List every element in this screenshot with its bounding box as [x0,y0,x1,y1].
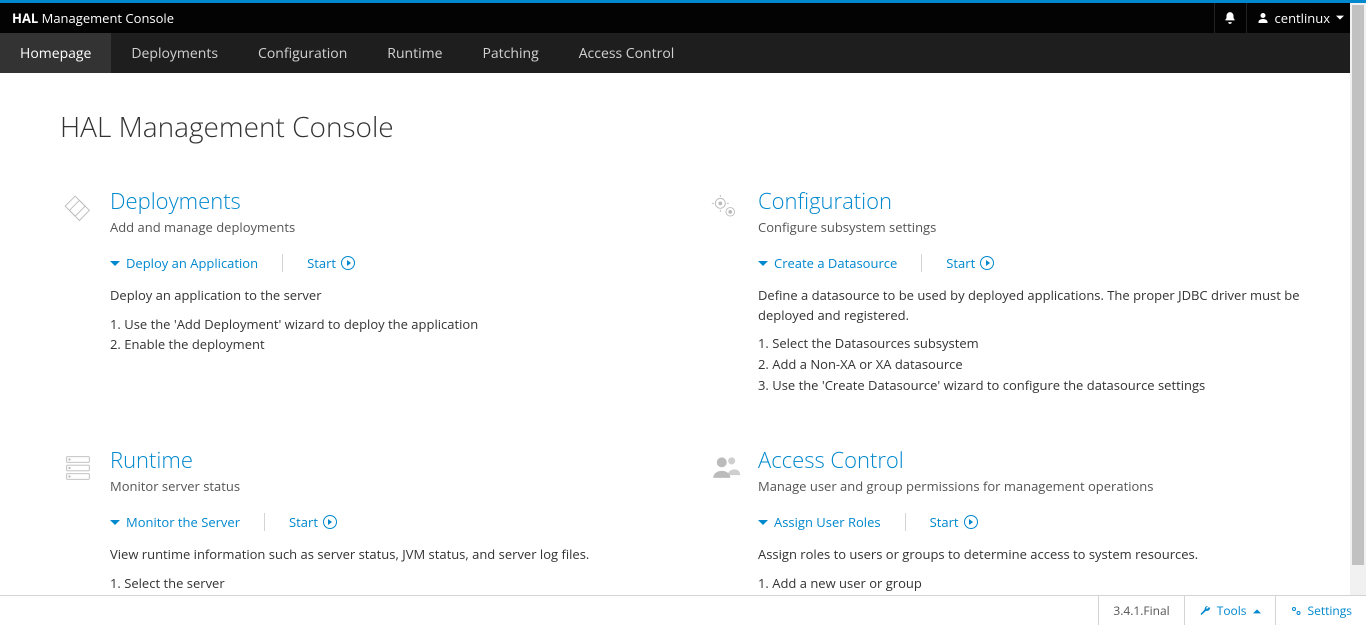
card-title-runtime[interactable]: Runtime [110,445,658,475]
wrench-icon [1199,605,1211,617]
footer: 3.4.1.Final Tools Settings [0,595,1366,625]
runtime-icon [60,451,96,487]
user-name: centlinux [1275,9,1330,27]
nav-configuration[interactable]: Configuration [238,33,367,73]
nav-homepage[interactable]: Homepage [0,33,111,73]
card-sub-access: Manage user and group permissions for ma… [758,477,1306,495]
deployments-icon [60,192,96,228]
card-deployments: Deployments Add and manage deployments D… [60,186,658,395]
arrow-icon [980,256,994,270]
toggle-assign-roles[interactable]: Assign User Roles [758,513,881,531]
steps-deployments: 1. Use the 'Add Deployment' wizard to de… [110,314,658,356]
desc-access: Assign roles to users or groups to deter… [758,545,1306,565]
start-runtime[interactable]: Start [289,513,337,531]
scrollbar-thumb[interactable] [1352,5,1364,565]
footer-settings[interactable]: Settings [1275,596,1366,625]
nav-runtime[interactable]: Runtime [367,33,462,73]
card-access: Access Control Manage user and group per… [708,445,1306,595]
configuration-icon [708,192,744,228]
content: HAL Management Console Deployments Add a… [0,73,1366,595]
steps-configuration: 1. Select the Datasources subsystem 2. A… [758,333,1306,395]
toggle-deploy-app[interactable]: Deploy an Application [110,254,258,272]
access-icon [708,451,744,487]
card-sub-configuration: Configure subsystem settings [758,218,1306,236]
desc-deployments: Deploy an application to the server [110,286,658,306]
desc-runtime: View runtime information such as server … [110,545,658,565]
card-title-configuration[interactable]: Configuration [758,186,1306,216]
card-sub-deployments: Add and manage deployments [110,218,658,236]
card-title-access[interactable]: Access Control [758,445,1306,475]
card-runtime: Runtime Monitor server status Monitor th… [60,445,658,595]
chevron-up-icon [1253,607,1261,615]
arrow-icon [341,256,355,270]
desc-configuration: Define a datasource to be used by deploy… [758,286,1306,325]
nav-patching[interactable]: Patching [462,33,558,73]
navbar: Homepage Deployments Configuration Runti… [0,33,1366,73]
steps-runtime: 1. Select the server 2. View log files o… [110,573,658,595]
nav-access-control[interactable]: Access Control [559,33,695,73]
topbar: HAL Management Console centlinux [0,3,1366,33]
steps-access: 1. Add a new user or group 2. Assign one… [758,573,1306,595]
toggle-create-datasource[interactable]: Create a Datasource [758,254,897,272]
start-configuration[interactable]: Start [946,254,994,272]
scrollbar[interactable] [1350,3,1366,595]
brand: HAL Management Console [12,9,174,27]
gears-icon [1290,605,1302,617]
toggle-monitor-server[interactable]: Monitor the Server [110,513,240,531]
notifications-icon[interactable] [1214,3,1246,33]
start-deployments[interactable]: Start [307,254,355,272]
user-icon [1257,12,1269,24]
arrow-icon [323,515,337,529]
user-menu[interactable]: centlinux [1246,3,1354,33]
nav-deployments[interactable]: Deployments [111,33,238,73]
chevron-down-icon [1336,14,1344,22]
page-title: HAL Management Console [60,108,1306,146]
arrow-icon [964,515,978,529]
card-title-deployments[interactable]: Deployments [110,186,658,216]
start-access[interactable]: Start [930,513,978,531]
footer-version[interactable]: 3.4.1.Final [1098,596,1183,625]
card-grid: Deployments Add and manage deployments D… [60,186,1306,595]
footer-tools[interactable]: Tools [1184,596,1275,625]
card-configuration: Configuration Configure subsystem settin… [708,186,1306,395]
card-sub-runtime: Monitor server status [110,477,658,495]
